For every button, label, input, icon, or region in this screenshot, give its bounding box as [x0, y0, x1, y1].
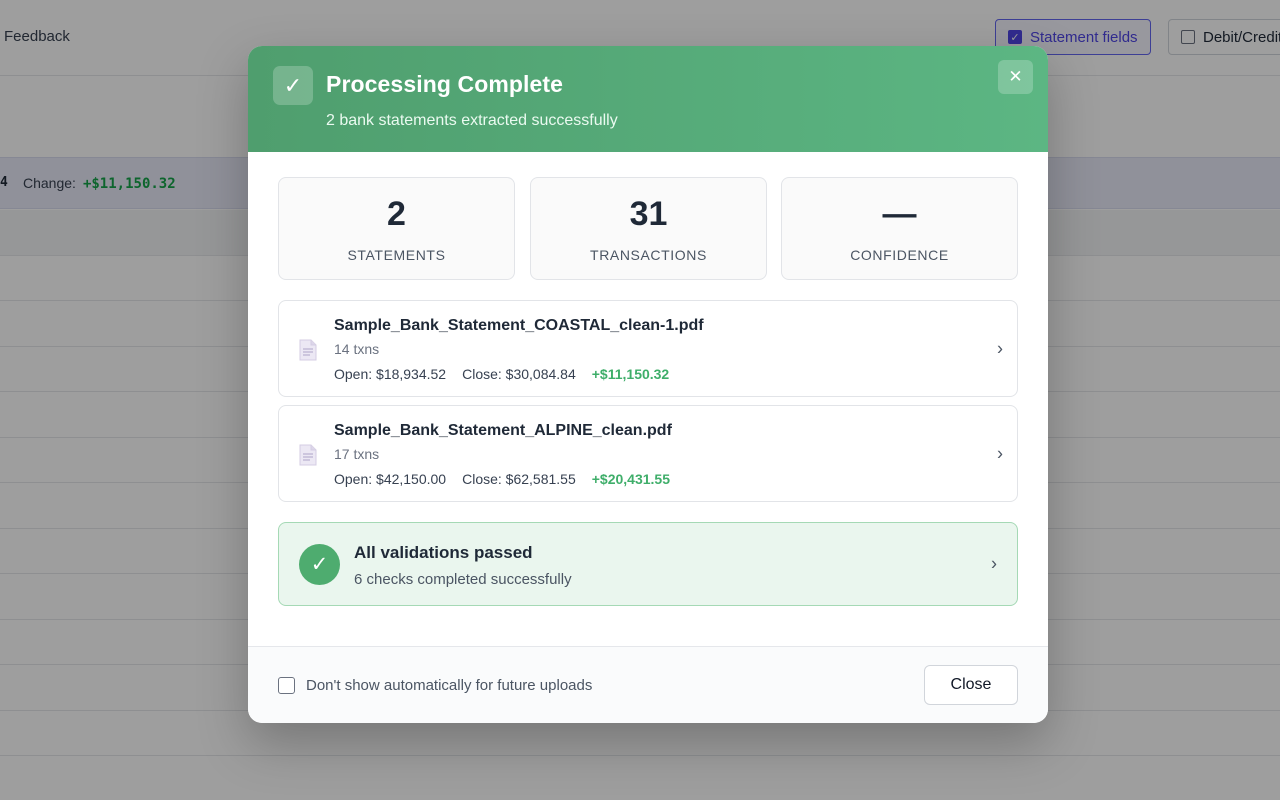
- file-name: Sample_Bank_Statement_COASTAL_clean-1.pd…: [334, 317, 704, 334]
- stat-card-transactions: 31 Transactions: [530, 177, 767, 280]
- validation-title: All validations passed: [354, 543, 533, 562]
- stat-value: 31: [629, 195, 668, 233]
- check-circle-icon: ✓: [299, 544, 340, 585]
- stat-label: Statements: [347, 247, 446, 263]
- document-icon: [299, 444, 317, 466]
- file-balances: Open: $42,150.00 Close: $62,581.55 +$20,…: [334, 471, 670, 487]
- dialog-footer: Don't show automatically for future uplo…: [248, 646, 1048, 723]
- file-balances: Open: $18,934.52 Close: $30,084.84 +$11,…: [334, 366, 669, 382]
- statement-file-item[interactable]: Sample_Bank_Statement_ALPINE_clean.pdf 1…: [278, 405, 1018, 502]
- stat-value: —: [882, 195, 917, 233]
- balance-change: +$11,150.32: [591, 366, 670, 382]
- dialog-header: ✓ Processing Complete 2 bank statements …: [248, 46, 1048, 152]
- balance-change: +$20,431.55: [591, 471, 670, 487]
- document-icon: [299, 339, 317, 361]
- close-balance: Close: $62,581.55: [462, 471, 576, 487]
- validation-summary[interactable]: ✓ All validations passed 6 checks comple…: [278, 522, 1018, 606]
- dont-show-label[interactable]: Don't show automatically for future uplo…: [306, 677, 592, 694]
- validation-subtitle: 6 checks completed successfully: [354, 571, 572, 588]
- statement-file-item[interactable]: Sample_Bank_Statement_COASTAL_clean-1.pd…: [278, 300, 1018, 397]
- stat-label: Confidence: [850, 247, 949, 263]
- file-txn-count: 17 txns: [334, 446, 380, 462]
- stat-card-statements: 2 Statements: [278, 177, 515, 280]
- open-balance: Open: $42,150.00: [334, 471, 447, 487]
- chevron-right-icon: ›: [997, 338, 1003, 358]
- stat-label: Transactions: [590, 247, 707, 263]
- chevron-right-icon: ›: [997, 443, 1003, 463]
- close-balance: Close: $30,084.84: [462, 366, 576, 382]
- dialog-title: Processing Complete: [326, 71, 564, 97]
- file-txn-count: 14 txns: [334, 341, 380, 357]
- dont-show-checkbox[interactable]: [278, 677, 295, 694]
- chevron-right-icon: ›: [991, 553, 997, 574]
- stat-card-confidence: — Confidence: [781, 177, 1018, 280]
- file-name: Sample_Bank_Statement_ALPINE_clean.pdf: [334, 422, 672, 439]
- close-button[interactable]: Close: [924, 665, 1018, 705]
- open-balance: Open: $18,934.52: [334, 366, 447, 382]
- close-icon[interactable]: ✕: [998, 60, 1033, 94]
- check-icon: ✓: [273, 66, 313, 105]
- dialog-subtitle: 2 bank statements extracted successfully: [326, 112, 618, 129]
- processing-complete-dialog: ✓ Processing Complete 2 bank statements …: [248, 46, 1048, 723]
- stat-value: 2: [387, 195, 406, 233]
